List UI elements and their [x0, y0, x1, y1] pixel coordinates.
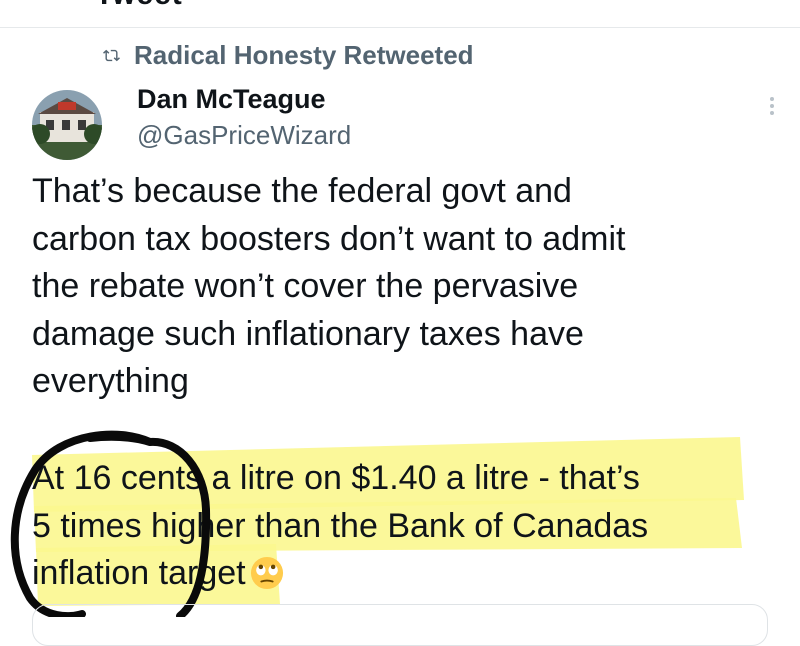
quoted-card-edge[interactable]	[32, 604, 768, 646]
circle-annotation	[10, 430, 211, 617]
